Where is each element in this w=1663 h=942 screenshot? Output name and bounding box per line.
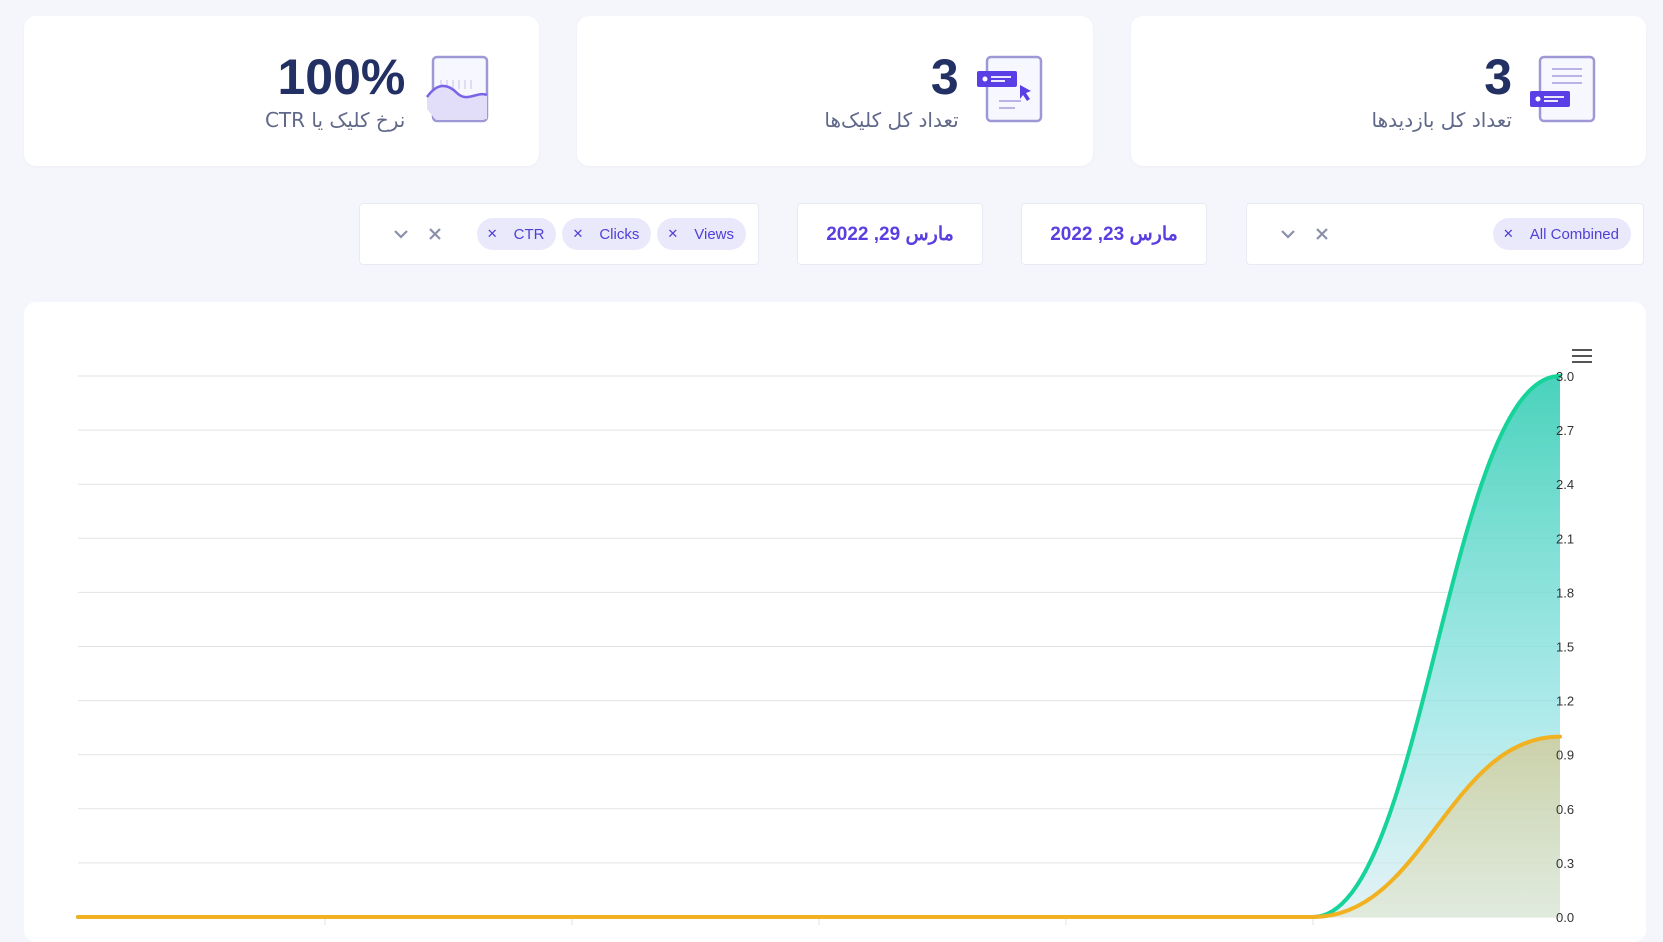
document-view-icon	[1530, 55, 1596, 123]
chip-clicks: Clicks ✕	[562, 218, 652, 250]
chevron-down-icon[interactable]	[392, 225, 410, 243]
chip-all-combined: All Combined ✕	[1492, 218, 1631, 250]
y-tick-label: 0.0	[1556, 910, 1574, 925]
chip-label: Views	[694, 225, 734, 243]
y-tick-label: 3.0	[1556, 369, 1574, 384]
clicks-total-label: تعداد کل کلیک‌ها	[824, 108, 959, 132]
y-tick-label: 0.6	[1556, 802, 1574, 817]
remove-chip-icon[interactable]: ✕	[667, 227, 678, 242]
clear-icon[interactable]	[1313, 225, 1331, 243]
remove-chip-icon[interactable]: ✕	[1503, 227, 1514, 242]
ctr-value: 100%	[277, 49, 406, 105]
views-total-value: 3	[1484, 49, 1512, 105]
remove-chip-icon[interactable]: ✕	[572, 227, 583, 242]
y-tick-label: 2.4	[1556, 477, 1574, 492]
metric-chips: Views ✕ Clicks ✕ CTR ✕	[476, 218, 746, 250]
views-total-label: تعداد کل بازدیدها	[1371, 108, 1513, 132]
report-type-select[interactable]: All Combined ✕	[1246, 203, 1644, 265]
date-to-text: مارس 29, 2022	[826, 223, 954, 245]
y-tick-label: 0.9	[1556, 748, 1574, 763]
chart-card: 0.0 0.3 0.6 0.9 1.2 1.5 1.8 2.1 2.4 2.7 3.0	[24, 302, 1646, 942]
stats-row: 3 تعداد کل بازدیدها 3 تعداد کل کلیک‌ها	[24, 16, 1646, 166]
date-to-picker[interactable]: مارس 29, 2022	[797, 203, 983, 265]
remove-chip-icon[interactable]: ✕	[487, 227, 498, 242]
document-click-icon	[976, 55, 1042, 123]
date-from-text: مارس 23, 2022	[1050, 223, 1178, 245]
chart-menu-icon[interactable]	[1570, 346, 1594, 366]
chevron-down-icon[interactable]	[1279, 225, 1297, 243]
ctr-label: نرخ کلیک یا CTR	[264, 108, 406, 132]
clicks-total-value: 3	[930, 49, 959, 105]
chart-grid	[78, 375, 1560, 925]
chip-label: Clicks	[599, 225, 640, 243]
views-clicks-chart: 0.0 0.3 0.6 0.9 1.2 1.5 1.8 2.1 2.4 2.7 3.0	[76, 369, 1574, 925]
stat-card-ctr: 100% نرخ کلیک یا CTR	[24, 16, 540, 166]
series-line	[76, 734, 1562, 919]
stat-card-clicks: 3 تعداد کل کلیک‌ها	[577, 16, 1093, 166]
filter-row: All Combined ✕ مارس 23, 2022 مارس 29, 20…	[0, 203, 1663, 265]
report-type-chips: All Combined ✕	[1492, 218, 1631, 250]
y-tick-label: 1.8	[1556, 585, 1574, 600]
y-tick-label: 0.3	[1556, 856, 1574, 871]
y-tick-label: 1.5	[1556, 640, 1574, 655]
chip-ctr: CTR ✕	[476, 218, 557, 250]
y-tick-label: 1.2	[1556, 694, 1574, 709]
series-area	[78, 736, 1560, 917]
chip-label: All Combined	[1529, 225, 1619, 243]
metrics-select[interactable]: Views ✕ Clicks ✕ CTR ✕	[359, 203, 759, 265]
y-tick-label: 2.1	[1556, 531, 1574, 546]
chip-views: Views ✕	[657, 218, 746, 250]
stat-card-views: 3 تعداد کل بازدیدها	[1130, 16, 1646, 166]
y-tick-label: 2.7	[1556, 423, 1574, 438]
chip-label: CTR	[513, 225, 545, 243]
wave-chart-icon	[426, 55, 489, 123]
clear-icon[interactable]	[426, 225, 444, 243]
date-from-picker[interactable]: مارس 23, 2022	[1021, 203, 1207, 265]
